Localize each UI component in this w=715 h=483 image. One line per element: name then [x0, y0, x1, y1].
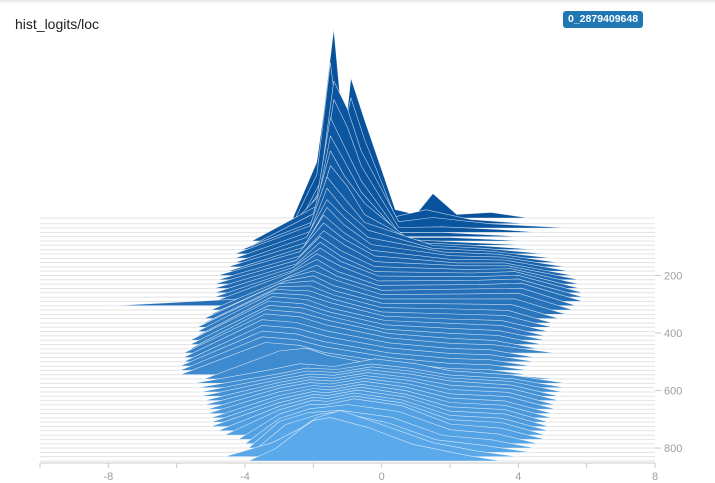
x-tick-label: 0 [379, 471, 385, 483]
histogram-chart[interactable]: -8 -4 0 4 8 200 400 600 800 [0, 0, 715, 483]
x-tick-label: 4 [515, 471, 521, 483]
x-tick-label: 8 [652, 471, 658, 483]
y-tick-label: 400 [664, 328, 682, 340]
y-tick-label: 200 [664, 270, 682, 282]
y-tick-label: 800 [664, 443, 682, 455]
y-tick-label: 600 [664, 386, 682, 398]
x-tick-label: -8 [103, 471, 113, 483]
x-tick-label: -4 [240, 471, 250, 483]
